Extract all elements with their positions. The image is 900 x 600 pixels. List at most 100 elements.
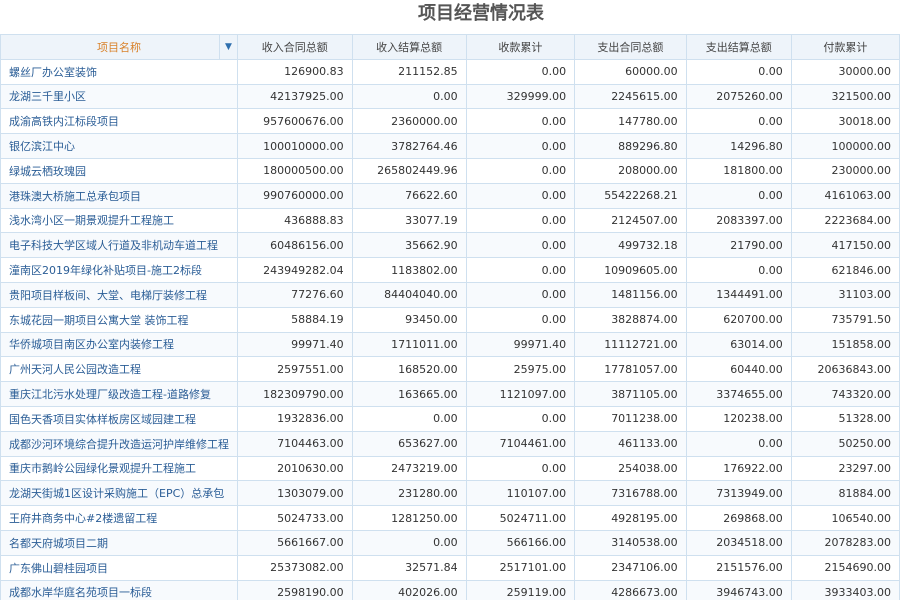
cell-income-contract-total: 957600676.00 [237, 108, 353, 135]
cell-project-name[interactable]: 龙湖三千里小区 [0, 83, 238, 110]
table-row[interactable]: 重庆江北污水处理厂级改造工程-道路修复 182309790.00 163665.00… [0, 381, 900, 407]
cell-income-contract-total: 1303079.00 [237, 480, 353, 507]
table-row[interactable]: 螺丝厂办公室装饰 126900.83 211152.85 0.00 60000.00 0.… [0, 58, 900, 85]
table-row[interactable]: 广州天河人民公园改造工程 2597551.00 168520.00 25975.00 1… [0, 356, 900, 383]
table-row[interactable]: 广东佛山碧桂园项目 25373082.00 32571.84 2517101.00 23… [0, 554, 900, 581]
cell-project-name[interactable]: 电子科技大学区域人行道及非机动车道工程 [0, 232, 238, 259]
column-header-label: 收款累计 [498, 40, 543, 54]
cell-project-name[interactable]: 港珠澳大桥施工总承包项目 [0, 182, 238, 209]
cell-project-name[interactable]: 绿城云栖玫瑰园 [0, 157, 238, 184]
sort-down-icon[interactable]: ▼ [219, 35, 237, 59]
cell-payment-cumulative: 230000.00 [790, 157, 900, 184]
cell-expense-settlement-total: 1344491.00 [685, 281, 792, 308]
cell-income-contract-total: 180000500.00 [237, 157, 353, 184]
table-row[interactable]: 银亿滨江中心 100010000.00 3782764.46 0.00 889296.8… [0, 133, 900, 159]
cell-expense-contract-total: 60000.00 [574, 58, 687, 85]
cell-project-name[interactable]: 银亿滨江中心 [0, 133, 238, 159]
cell-income-settlement-total: 2360000.00 [351, 108, 467, 135]
cell-expense-contract-total: 254038.00 [574, 455, 687, 482]
cell-income-settlement-total: 0.00 [351, 405, 467, 432]
column-header-label: 支出结算总额 [705, 40, 772, 54]
cell-income-settlement-total: 1281250.00 [351, 505, 467, 531]
cell-income-contract-total: 5661667.00 [237, 529, 353, 556]
table-row[interactable]: 王府井商务中心#2楼遗留工程 5024733.00 1281250.00 502471… [0, 505, 900, 531]
cell-project-name[interactable]: 名都天府城项目二期 [0, 529, 238, 556]
table-row[interactable]: 绿城云栖玫瑰园 180000500.00 265802449.96 0.00 20800… [0, 157, 900, 184]
cell-expense-settlement-total: 14296.80 [685, 133, 792, 159]
report-page: 项目经营情况表 项目名称 ▼ 收入合同总额 收入结算总额 收款累计 支出合同总额 支出结算总… [0, 0, 900, 600]
cell-expense-settlement-total: 0.00 [685, 430, 792, 457]
cell-expense-settlement-total: 3946743.00 [685, 579, 792, 600]
cell-income-contract-total: 7104463.00 [237, 430, 353, 457]
table-row[interactable]: 重庆市鹅岭公园绿化景观提升工程施工 2010630.00 2473219.00 0.0… [0, 455, 900, 482]
cell-project-name[interactable]: 广东佛山碧桂园项目 [0, 554, 238, 581]
cell-project-name[interactable]: 成都水岸华庭名苑项目一标段 [0, 579, 238, 600]
cell-receipt-cumulative: 1121097.00 [465, 381, 576, 407]
column-header-expense-settlement-total[interactable]: 支出结算总额 [685, 34, 792, 60]
column-header-receipt-cumulative[interactable]: 收款累计 [465, 34, 576, 60]
cell-income-settlement-total: 1711011.00 [351, 331, 467, 358]
cell-payment-cumulative: 51328.00 [790, 405, 900, 432]
table-row[interactable]: 东城花园一期项目公寓大堂 装饰工程 58884.19 93450.00 0.00 382… [0, 306, 900, 333]
cell-income-settlement-total: 93450.00 [351, 306, 467, 333]
cell-project-name[interactable]: 成都沙河环境综合提升改造运河护岸维修工程 [0, 430, 238, 457]
table-row[interactable]: 港珠澳大桥施工总承包项目 990760000.00 76622.60 0.00 5542… [0, 182, 900, 209]
column-header-label: 付款累计 [823, 40, 868, 54]
cell-income-contract-total: 182309790.00 [237, 381, 353, 407]
cell-expense-contract-total: 2245615.00 [574, 83, 687, 110]
cell-income-contract-total: 243949282.04 [237, 257, 353, 283]
cell-expense-contract-total: 3828874.00 [574, 306, 687, 333]
cell-project-name[interactable]: 广州天河人民公园改造工程 [0, 356, 238, 383]
table-row[interactable]: 成都水岸华庭名苑项目一标段 2598190.00 402026.00 259119.0… [0, 579, 900, 600]
table-row[interactable]: 贵阳项目样板间、大堂、电梯厅装修工程 77276.60 84404040.00 0.0… [0, 281, 900, 308]
cell-expense-contract-total: 147780.00 [574, 108, 687, 135]
table-body: 螺丝厂办公室装饰 126900.83 211152.85 0.00 60000.00 0.… [0, 58, 900, 600]
cell-payment-cumulative: 50250.00 [790, 430, 900, 457]
cell-project-name[interactable]: 东城花园一期项目公寓大堂 装饰工程 [0, 306, 238, 333]
cell-expense-settlement-total: 63014.00 [685, 331, 792, 358]
cell-income-contract-total: 2597551.00 [237, 356, 353, 383]
table-row[interactable]: 龙湖三千里小区 42137925.00 0.00 329999.00 2245615.0… [0, 83, 900, 110]
cell-project-name[interactable]: 王府井商务中心#2楼遗留工程 [0, 505, 238, 531]
column-header-payment-cumulative[interactable]: 付款累计 [790, 34, 900, 60]
table-row[interactable]: 成都沙河环境综合提升改造运河护岸维修工程 7104463.00 653627.00 7… [0, 430, 900, 457]
cell-income-contract-total: 1932836.00 [237, 405, 353, 432]
cell-income-settlement-total: 1183802.00 [351, 257, 467, 283]
column-header-income-contract-total[interactable]: 收入合同总额 [237, 34, 353, 60]
table-row[interactable]: 电子科技大学区域人行道及非机动车道工程 60486156.00 35662.90 0.… [0, 232, 900, 259]
cell-income-settlement-total: 231280.00 [351, 480, 467, 507]
cell-project-name[interactable]: 龙湖天街城1区设计采购施工（EPC）总承包 [0, 480, 238, 507]
table-row[interactable]: 国色天香项目实体样板房区域园建工程 1932836.00 0.00 0.00 70112… [0, 405, 900, 432]
cell-project-name[interactable]: 国色天香项目实体样板房区域园建工程 [0, 405, 238, 432]
cell-expense-settlement-total: 2034518.00 [685, 529, 792, 556]
cell-project-name[interactable]: 华侨城项目南区办公室内装修工程 [0, 331, 238, 358]
cell-project-name[interactable]: 重庆市鹅岭公园绿化景观提升工程施工 [0, 455, 238, 482]
cell-project-name[interactable]: 潼南区2019年绿化补贴项目-施工2标段 [0, 257, 238, 283]
table-row[interactable]: 华侨城项目南区办公室内装修工程 99971.40 1711011.00 99971.4… [0, 331, 900, 358]
table-row[interactable]: 成渝高铁内江标段项目 957600676.00 2360000.00 0.00 1477… [0, 108, 900, 135]
cell-receipt-cumulative: 110107.00 [465, 480, 576, 507]
cell-payment-cumulative: 30018.00 [790, 108, 900, 135]
table-row[interactable]: 浅水湾小区一期景观提升工程施工 436888.83 33077.19 0.00 2124… [0, 207, 900, 234]
cell-income-contract-total: 42137925.00 [237, 83, 353, 110]
column-header-income-settlement-total[interactable]: 收入结算总额 [351, 34, 467, 60]
cell-project-name[interactable]: 贵阳项目样板间、大堂、电梯厅装修工程 [0, 281, 238, 308]
cell-payment-cumulative: 621846.00 [790, 257, 900, 283]
cell-project-name[interactable]: 螺丝厂办公室装饰 [0, 58, 238, 85]
cell-project-name[interactable]: 浅水湾小区一期景观提升工程施工 [0, 207, 238, 234]
table-row[interactable]: 龙湖天街城1区设计采购施工（EPC）总承包 1303079.00 231280.00… [0, 480, 900, 507]
table-row[interactable]: 潼南区2019年绿化补贴项目-施工2标段 243949282.04 1183802.… [0, 257, 900, 283]
cell-expense-contract-total: 4286673.00 [574, 579, 687, 600]
cell-expense-contract-total: 7011238.00 [574, 405, 687, 432]
cell-project-name[interactable]: 成渝高铁内江标段项目 [0, 108, 238, 135]
cell-payment-cumulative: 2078283.00 [790, 529, 900, 556]
column-header-project-name[interactable]: 项目名称 ▼ [0, 34, 238, 60]
cell-project-name[interactable]: 重庆江北污水处理厂级改造工程-道路修复 [0, 381, 238, 407]
cell-payment-cumulative: 2154690.00 [790, 554, 900, 581]
cell-expense-contract-total: 461133.00 [574, 430, 687, 457]
cell-income-settlement-total: 163665.00 [351, 381, 467, 407]
table-row[interactable]: 名都天府城项目二期 5661667.00 0.00 566166.00 3140538.… [0, 529, 900, 556]
column-header-label: 收入合同总额 [261, 40, 328, 54]
cell-income-settlement-total: 0.00 [351, 529, 467, 556]
column-header-expense-contract-total[interactable]: 支出合同总额 [574, 34, 687, 60]
